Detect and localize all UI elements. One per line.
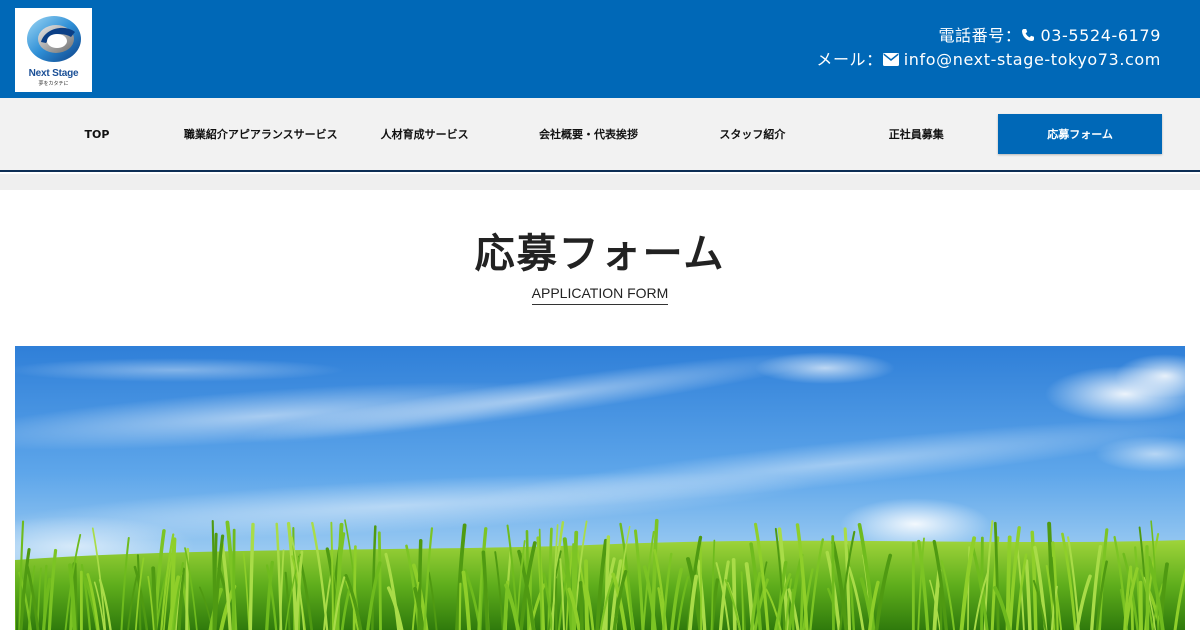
logo-tagline: 夢をカタチに bbox=[38, 81, 69, 87]
nav-item-application-form[interactable]: 応募フォーム bbox=[998, 114, 1163, 154]
hero-image bbox=[15, 346, 1185, 630]
nav-underband bbox=[0, 174, 1200, 190]
grass-blade bbox=[731, 557, 737, 630]
grass-blade bbox=[458, 582, 462, 630]
nav-item-top[interactable]: TOP bbox=[15, 114, 179, 154]
grass-blade bbox=[939, 587, 943, 630]
sky-grass-illustration bbox=[15, 346, 1185, 630]
nav-item-training-service[interactable]: 人材育成サービス bbox=[343, 114, 507, 154]
contact-info: 電話番号： 03-5524-6179 メール： info@next-stage-… bbox=[816, 24, 1161, 72]
nav-list: TOP 職業紹介アピアランスサービス 人材育成サービス 会社概要・代表挨拶 スタ… bbox=[15, 114, 1163, 154]
nav-item-company[interactable]: 会社概要・代表挨拶 bbox=[507, 114, 671, 154]
page-subtitle-wrap: APPLICATION FORM bbox=[0, 283, 1200, 305]
phone-label: 電話番号： bbox=[938, 26, 1022, 45]
grass-blade bbox=[377, 531, 382, 630]
grass-blade bbox=[579, 581, 584, 630]
grass-blade bbox=[584, 559, 589, 630]
page-title: 応募フォーム bbox=[474, 230, 726, 277]
grass-blade bbox=[1145, 545, 1150, 630]
grass-blade bbox=[231, 528, 236, 630]
email-address[interactable]: info@next-stage-tokyo73.com bbox=[904, 50, 1161, 69]
grass-blade bbox=[352, 545, 357, 630]
phone-number[interactable]: 03-5524-6179 bbox=[1040, 26, 1161, 45]
phone-line: 電話番号： 03-5524-6179 bbox=[816, 24, 1161, 48]
grass-blade bbox=[831, 535, 835, 630]
site-logo[interactable]: Next Stage 夢をカタチに bbox=[15, 8, 92, 92]
nav-item-recruit[interactable]: 正社員募集 bbox=[834, 114, 998, 154]
envelope-icon bbox=[882, 53, 899, 66]
page-subtitle: APPLICATION FORM bbox=[531, 285, 669, 305]
logo-name: Next Stage bbox=[28, 68, 79, 79]
email-line: メール： info@next-stage-tokyo73.com bbox=[816, 48, 1161, 72]
phone-icon bbox=[1021, 28, 1035, 42]
grass-blade bbox=[554, 577, 558, 630]
grass-blade bbox=[791, 588, 795, 630]
nav-item-staff[interactable]: スタッフ紹介 bbox=[670, 114, 834, 154]
next-stage-logo-mark bbox=[27, 16, 81, 62]
mail-label: メール： bbox=[816, 50, 883, 69]
site-header: Next Stage 夢をカタチに 電話番号： 03-5524-6179 メール… bbox=[0, 0, 1200, 98]
nav-item-appearance-service[interactable]: 職業紹介アピアランスサービス bbox=[179, 114, 343, 154]
global-nav: TOP 職業紹介アピアランスサービス 人材育成サービス 会社概要・代表挨拶 スタ… bbox=[0, 98, 1200, 172]
